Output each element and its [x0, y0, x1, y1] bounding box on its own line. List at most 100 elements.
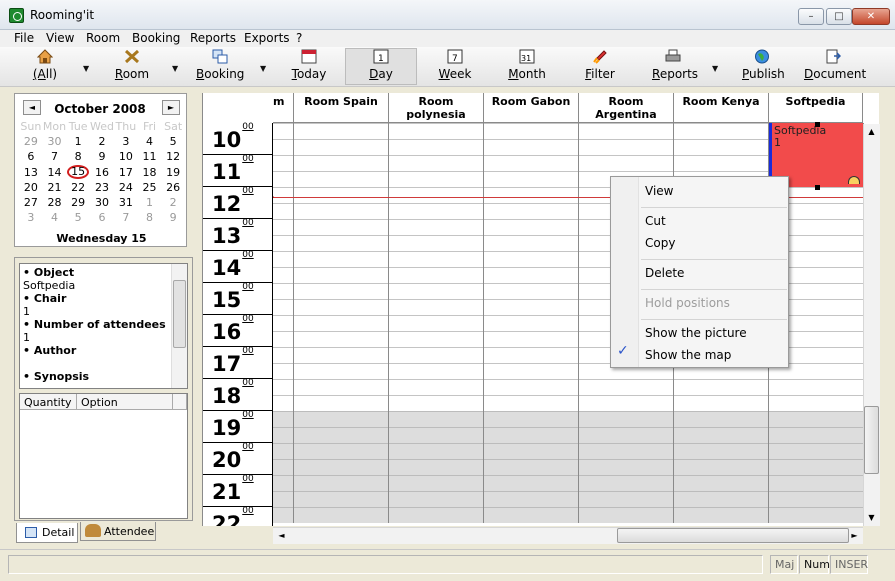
menu-booking[interactable]: Booking	[132, 31, 180, 45]
day-button[interactable]: 1 Day	[345, 48, 417, 85]
maximize-button[interactable]: □	[826, 8, 852, 25]
room-button[interactable]: Room	[114, 49, 150, 86]
month-button[interactable]: 31 Month	[508, 49, 546, 86]
calendar-day[interactable]: 17	[114, 165, 138, 180]
document-button[interactable]: Document	[804, 49, 866, 86]
column-header-room-spain[interactable]: Room Spain	[294, 93, 389, 123]
calendar-day[interactable]: 26	[161, 180, 185, 195]
reports-dropdown[interactable]: ▼	[712, 64, 718, 73]
calendar-day[interactable]: 21	[43, 180, 67, 195]
calendar-day[interactable]: 3	[114, 134, 138, 149]
menu-view[interactable]: View	[46, 31, 74, 45]
menu-file[interactable]: File	[14, 31, 34, 45]
calendar-day[interactable]: 5	[161, 134, 185, 149]
calendar-day[interactable]: 7	[114, 210, 138, 225]
calendar-day[interactable]: 14	[43, 165, 67, 180]
calendar-day[interactable]: 8	[138, 210, 162, 225]
calendar-day[interactable]: 1	[66, 134, 90, 149]
calendar-day[interactable]: 16	[90, 165, 114, 180]
quantity-column-header[interactable]: Quantity	[20, 394, 77, 410]
filter-button[interactable]: Filter	[584, 49, 616, 86]
calendar-day[interactable]: 5	[66, 210, 90, 225]
tab-attendee[interactable]: Attendee	[80, 522, 156, 541]
calendar-day[interactable]: 18	[138, 165, 162, 180]
column-header-room-polynesia[interactable]: Room polynesia	[389, 93, 484, 123]
calendar-day[interactable]: 11	[138, 149, 162, 164]
menu-exports[interactable]: Exports	[244, 31, 290, 45]
calendar-day[interactable]: 10	[114, 149, 138, 164]
calendar-day[interactable]: 20	[19, 180, 43, 195]
detail-scrollbar[interactable]	[171, 264, 187, 388]
option-column-header[interactable]: Option	[77, 394, 173, 410]
vertical-scroll-thumb[interactable]	[864, 406, 879, 474]
all-button[interactable]: (All)	[30, 49, 60, 86]
resize-handle-top[interactable]	[815, 122, 820, 127]
calendar-day[interactable]: 30	[90, 195, 114, 210]
calendar-day[interactable]: 23	[90, 180, 114, 195]
menu-item-copy[interactable]: Copy	[645, 236, 675, 250]
tab-detail[interactable]: Detail	[16, 523, 78, 543]
calendar-day[interactable]: 1	[138, 195, 162, 210]
calendar-day[interactable]: 27	[19, 195, 43, 210]
detail-text[interactable]: • Object Softpedia • Chair 1 • Number of…	[19, 263, 188, 389]
calendar-day[interactable]: 9	[90, 149, 114, 164]
calendar-day[interactable]: 28	[43, 195, 67, 210]
calendar-day[interactable]: 24	[114, 180, 138, 195]
column-header-room-argentina[interactable]: Room Argentina	[579, 93, 674, 123]
calendar-day[interactable]: 8	[66, 149, 90, 164]
calendar-day[interactable]: 4	[43, 210, 67, 225]
calendar-day[interactable]: 6	[90, 210, 114, 225]
options-list[interactable]: Quantity Option	[19, 393, 188, 519]
printer-icon	[665, 49, 681, 62]
calendar-day[interactable]: 25	[138, 180, 162, 195]
calendar-day[interactable]: 7	[43, 149, 67, 164]
calendar-day[interactable]: 13	[19, 165, 43, 180]
object-label: • Object	[23, 266, 75, 279]
calendar-day[interactable]: 2	[161, 195, 185, 210]
column-header-room-kenya[interactable]: Room Kenya	[674, 93, 769, 123]
scroll-right-arrow[interactable]: ►	[847, 528, 862, 543]
menu-item-view[interactable]: View	[645, 184, 673, 198]
prev-month-button[interactable]: ◄	[23, 100, 41, 115]
menu-help[interactable]: ?	[296, 31, 302, 45]
all-dropdown[interactable]: ▼	[83, 64, 89, 73]
menu-room[interactable]: Room	[86, 31, 120, 45]
calendar-day-today[interactable]: 15	[66, 165, 90, 180]
booking-dropdown[interactable]: ▼	[260, 64, 266, 73]
scroll-left-arrow[interactable]: ◄	[274, 528, 289, 543]
horizontal-scroll-thumb[interactable]	[617, 528, 849, 543]
column-header-room-gabon[interactable]: Room Gabon	[484, 93, 579, 123]
menu-reports[interactable]: Reports	[190, 31, 236, 45]
column-header-partial[interactable]: m	[273, 93, 294, 123]
column-header-softpedia[interactable]: Softpedia	[769, 93, 863, 123]
menu-item-cut[interactable]: Cut	[645, 214, 666, 228]
calendar-day[interactable]: 12	[161, 149, 185, 164]
calendar-day[interactable]: 9	[161, 210, 185, 225]
calendar-day[interactable]: 4	[138, 134, 162, 149]
menu-item-show-picture[interactable]: Show the picture	[645, 326, 747, 340]
calendar-day[interactable]: 2	[90, 134, 114, 149]
calendar-day[interactable]: 30	[43, 134, 67, 149]
today-button[interactable]: Today	[290, 49, 328, 86]
calendar-day[interactable]: 22	[66, 180, 90, 195]
week-button[interactable]: 7 Week	[438, 49, 472, 86]
scroll-down-arrow[interactable]: ▼	[864, 510, 879, 525]
scroll-up-arrow[interactable]: ▲	[864, 124, 879, 139]
next-month-button[interactable]: ►	[162, 100, 180, 115]
menu-item-show-map[interactable]: Show the map	[645, 348, 731, 362]
calendar-day[interactable]: 31	[114, 195, 138, 210]
resize-handle-bottom[interactable]	[815, 185, 820, 190]
calendar-day[interactable]: 19	[161, 165, 185, 180]
publish-button[interactable]: Publish	[742, 49, 785, 86]
calendar-day[interactable]: 3	[19, 210, 43, 225]
booking-button[interactable]: Booking	[196, 49, 244, 86]
menu-item-delete[interactable]: Delete	[645, 266, 684, 280]
close-button[interactable]: ✕	[852, 8, 890, 25]
reports-button[interactable]: Reports	[652, 49, 698, 86]
calendar-day[interactable]: 29	[66, 195, 90, 210]
minimize-button[interactable]: –	[798, 8, 824, 25]
calendar-day[interactable]: 6	[19, 149, 43, 164]
calendar-day[interactable]: 29	[19, 134, 43, 149]
room-dropdown[interactable]: ▼	[172, 64, 178, 73]
detail-scroll-thumb[interactable]	[173, 280, 186, 348]
